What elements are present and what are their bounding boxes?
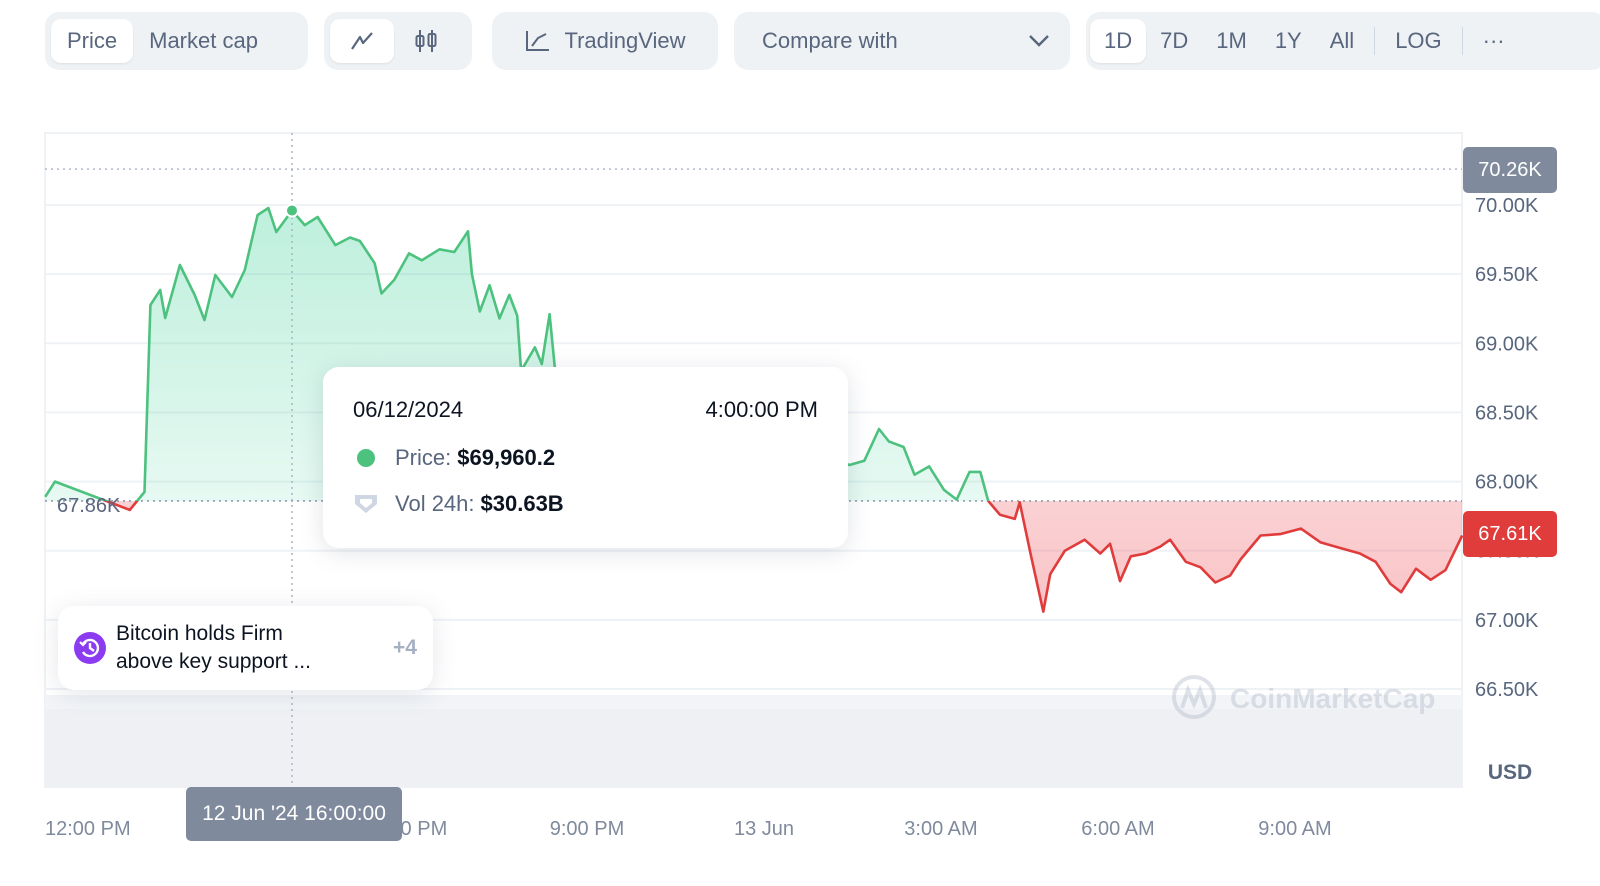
high-price-tag: 70.26K — [1463, 147, 1557, 193]
news-more-count[interactable]: +4 — [393, 636, 417, 660]
y-tick-label: 68.50K — [1475, 402, 1539, 424]
x-tick-label: 9:00 PM — [550, 818, 624, 840]
tooltip-price-label: Price: — [395, 445, 452, 470]
tooltip-price-value: $69,960.2 — [457, 445, 556, 470]
x-tick-label: 6:00 AM — [1081, 818, 1154, 840]
news-headline-line1: Bitcoin holds Firm — [116, 622, 283, 645]
hover-tooltip: 06/12/2024 4:00:00 PM Price: $69,960.2 V… — [323, 367, 848, 548]
y-tick-label: 70.00K — [1475, 195, 1539, 217]
tooltip-vol-value: $30.63B — [480, 491, 564, 516]
x-tick-label: 9:00 AM — [1258, 818, 1331, 840]
history-icon — [74, 632, 106, 664]
y-tick-label: 68.00K — [1475, 472, 1539, 494]
x-tick-label: 12:00 PM — [45, 818, 131, 840]
y-tick-label: 66.50K — [1475, 679, 1539, 701]
current-price-tag: 67.61K — [1463, 511, 1557, 557]
news-headline-line2: above key support ... — [116, 650, 311, 673]
volume-bars — [45, 708, 1462, 787]
hover-point — [285, 203, 299, 218]
news-marker-card[interactable]: Bitcoin holds Firm above key support ...… — [58, 606, 433, 690]
volume-icon — [355, 495, 377, 513]
currency-label: USD — [1488, 761, 1532, 784]
hover-time-label: 12 Jun '24 16:00:00 — [186, 787, 402, 841]
price-dot-icon — [357, 449, 375, 467]
y-tick-label: 69.00K — [1475, 333, 1539, 355]
x-tick-label: 3:00 AM — [904, 818, 977, 840]
y-tick-label: 69.50K — [1475, 264, 1539, 286]
tooltip-vol-label: Vol 24h: — [395, 491, 475, 516]
watermark-text: CoinMarketCap — [1230, 683, 1435, 714]
tooltip-time: 4:00:00 PM — [705, 397, 818, 422]
y-tick-label: 67.00K — [1475, 610, 1539, 632]
reference-label: 67.86K — [57, 495, 121, 517]
tooltip-date: 06/12/2024 — [353, 397, 464, 422]
x-tick-label: 13 Jun — [734, 818, 794, 840]
